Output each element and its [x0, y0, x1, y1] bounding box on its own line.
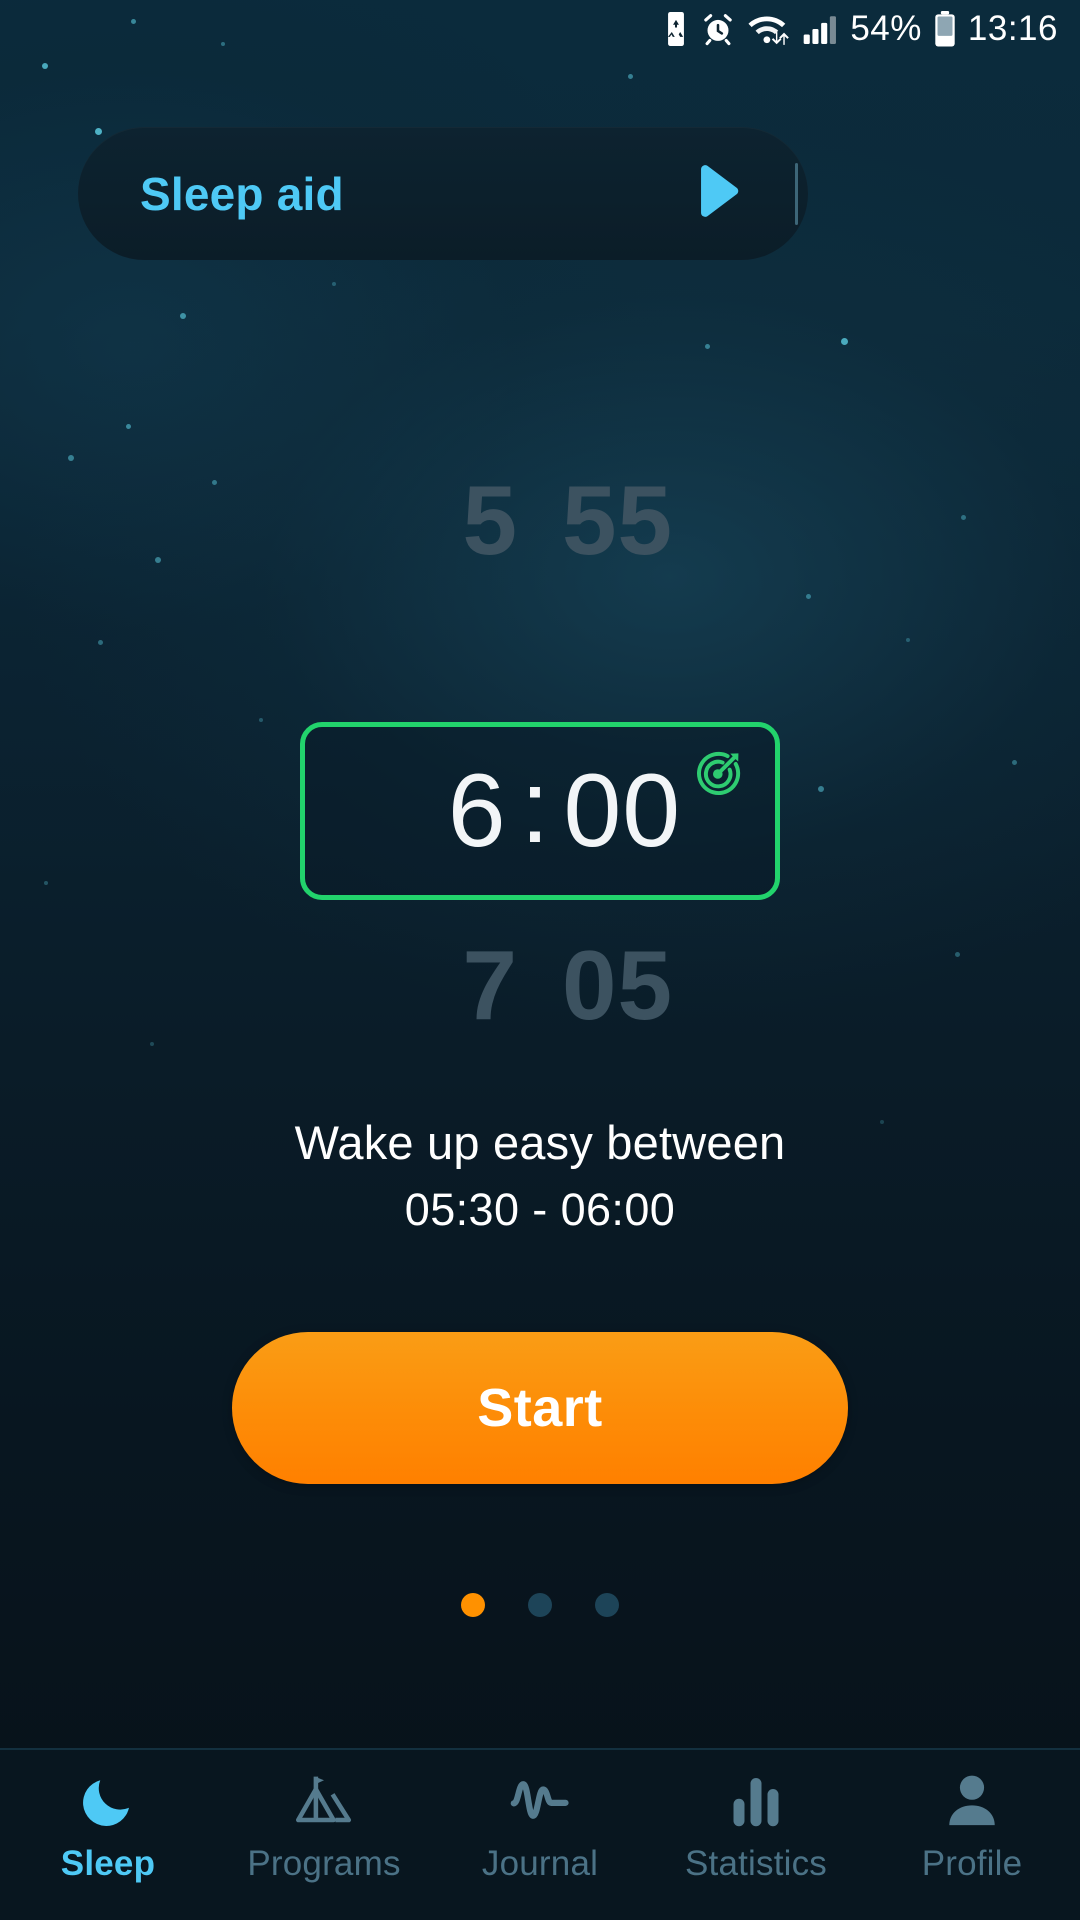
minute-value-previous: 55	[562, 464, 674, 575]
hour-value-previous: 5	[462, 464, 518, 575]
status-bar-clock: 13:16	[967, 9, 1058, 48]
bottom-navigation: Sleep Programs Journal Statistics Profil…	[0, 1750, 1080, 1920]
battery-percent-label: 54%	[850, 9, 922, 48]
time-picker-row-next[interactable]: 7 05	[0, 930, 1080, 1040]
nav-item-statistics[interactable]: Statistics	[648, 1768, 864, 1884]
mountain-flag-icon	[293, 1768, 355, 1830]
page-dot-1[interactable]	[461, 1593, 485, 1617]
cellular-signal-icon	[803, 12, 839, 46]
hour-value-next: 7	[462, 929, 518, 1040]
status-bar: 54% 13:16	[0, 0, 1080, 58]
nav-item-profile[interactable]: Profile	[864, 1768, 1080, 1884]
start-button[interactable]: Start	[232, 1332, 848, 1484]
wake-window-range: 05:30 - 06:00	[404, 1184, 676, 1235]
sleep-aid-divider	[795, 163, 798, 225]
nav-item-sleep[interactable]: Sleep	[0, 1768, 216, 1884]
nav-item-journal[interactable]: Journal	[432, 1768, 648, 1884]
hour-value-selected: 6	[447, 753, 507, 869]
time-picker-row-previous[interactable]: 5 55	[0, 465, 1080, 575]
start-button-label: Start	[477, 1378, 603, 1438]
sleep-aid-play-button[interactable]	[670, 127, 760, 260]
nav-item-programs[interactable]: Programs	[216, 1768, 432, 1884]
target-icon[interactable]	[693, 749, 743, 804]
app-screen: 54% 13:16 Sleep aid 5 55 6: 00 7 05 Wak…	[0, 0, 1080, 1920]
wifi-icon	[746, 12, 792, 46]
time-picker-row-selected[interactable]: 6 : 00	[300, 722, 780, 900]
battery-saver-icon	[662, 12, 690, 46]
nav-label-programs: Programs	[247, 1844, 401, 1883]
page-dot-3[interactable]	[595, 1593, 619, 1617]
waveform-icon	[509, 1768, 571, 1830]
minute-value-next: 05	[562, 929, 674, 1040]
nav-label-journal: Journal	[481, 1844, 599, 1883]
moon-icon	[78, 1768, 138, 1830]
alarm-clock-icon	[701, 12, 735, 46]
alarm-time-picker[interactable]: 5 55 6 : 00 7 05	[0, 450, 1080, 1070]
page-dot-2[interactable]	[528, 1593, 552, 1617]
sleep-aid-card[interactable]: Sleep aid	[78, 127, 808, 260]
bar-chart-icon	[728, 1768, 784, 1830]
page-indicator	[0, 1593, 1080, 1617]
person-icon	[943, 1768, 1001, 1830]
nav-label-statistics: Statistics	[684, 1844, 828, 1883]
nav-label-profile: Profile	[921, 1844, 1023, 1883]
play-icon	[684, 160, 746, 227]
time-separator: :	[520, 749, 550, 865]
battery-icon	[933, 11, 957, 47]
wake-window-title: Wake up easy between	[294, 1116, 786, 1169]
sleep-aid-label: Sleep aid	[140, 167, 344, 220]
nav-label-sleep: Sleep	[60, 1844, 156, 1883]
wake-window-info: Wake up easy between 05:30 - 06:00	[0, 1115, 1080, 1236]
